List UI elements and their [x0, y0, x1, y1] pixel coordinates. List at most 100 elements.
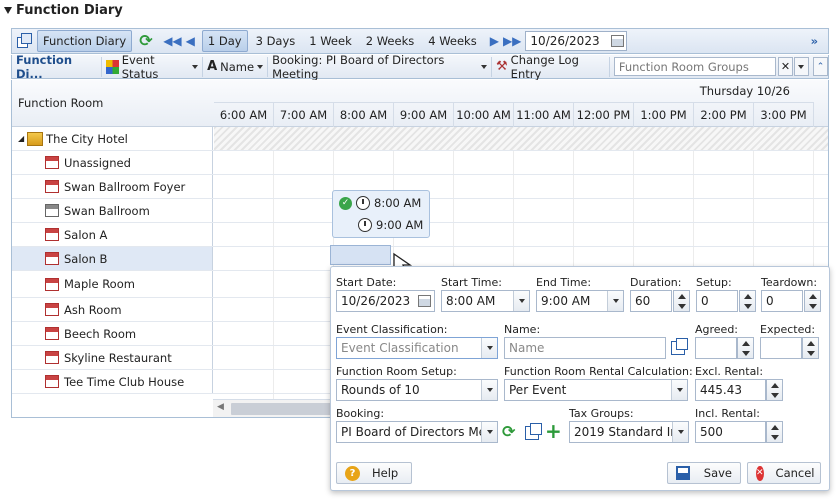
arrow-down-icon[interactable]: [677, 303, 686, 309]
name-menu[interactable]: A Name: [203, 56, 269, 77]
function-room-groups-input[interactable]: Function Room Groups: [613, 57, 776, 76]
agreed-input[interactable]: [695, 337, 737, 359]
booking-select[interactable]: PI Board of Directors Meet: [336, 421, 498, 443]
excl-rental-stepper[interactable]: [766, 379, 783, 401]
excl-rental-input[interactable]: 445.43: [695, 379, 766, 401]
arrow-down-icon[interactable]: [741, 350, 750, 356]
open-window-icon[interactable]: [671, 338, 688, 355]
tax-groups-value: 2019 Standard Inc: [574, 425, 685, 439]
help-icon: ?: [345, 465, 360, 481]
open-window-icon[interactable]: [525, 423, 542, 440]
view-4-weeks[interactable]: 4 Weeks: [422, 30, 482, 52]
groups-dropdown-button[interactable]: [793, 57, 809, 76]
expected-input[interactable]: [760, 337, 802, 359]
incl-rental-stepper[interactable]: [766, 421, 783, 443]
view-2-weeks[interactable]: 2 Weeks: [360, 30, 420, 52]
cancel-icon: ✕: [756, 465, 764, 481]
help-button[interactable]: ? Help: [336, 462, 412, 484]
event-classification-dropdown[interactable]: [481, 338, 497, 358]
view-1-week[interactable]: 1 Week: [303, 30, 357, 52]
save-icon: [676, 466, 690, 480]
save-button[interactable]: Save: [667, 462, 741, 484]
setup-stepper[interactable]: [739, 290, 756, 312]
next-page-icon[interactable]: ▶: [490, 34, 499, 48]
selected-time-block[interactable]: [330, 245, 391, 265]
booking-menu[interactable]: Booking: PI Board of Directors Meeting: [268, 53, 493, 81]
clear-icon[interactable]: ✕: [777, 57, 793, 76]
table-row[interactable]: Unassigned: [12, 151, 828, 175]
rental-calc-select[interactable]: Per Event: [504, 379, 688, 401]
arrow-up-icon[interactable]: [770, 382, 779, 388]
agreed-label: Agreed:: [695, 323, 739, 336]
arrow-down-icon[interactable]: [808, 303, 817, 309]
setup-value: 0: [701, 294, 709, 308]
expected-stepper[interactable]: [802, 337, 819, 359]
duration-input[interactable]: 60: [630, 290, 672, 312]
arrow-down-icon[interactable]: [743, 303, 752, 309]
prev-page-icon[interactable]: ◀: [186, 34, 195, 48]
expand-triangle-icon[interactable]: ◢: [18, 134, 24, 143]
room-name: Skyline Restaurant: [64, 350, 172, 365]
excl-rental-label: Excl. Rental:: [695, 365, 764, 378]
arrow-up-icon[interactable]: [743, 293, 752, 299]
view-3-days[interactable]: 3 Days: [250, 30, 302, 52]
more-button[interactable]: »: [811, 34, 818, 48]
popout-icon[interactable]: [16, 33, 32, 49]
arrow-up-icon[interactable]: [770, 424, 779, 430]
arrow-up-icon[interactable]: [806, 340, 815, 346]
arrow-down-icon[interactable]: [770, 434, 779, 440]
first-page-icon[interactable]: ◀◀: [163, 34, 181, 48]
cancel-button[interactable]: ✕ Cancel: [747, 462, 821, 484]
function-di-label[interactable]: Function Di...: [12, 53, 102, 81]
arrow-down-icon[interactable]: [770, 392, 779, 398]
room-setup-dropdown[interactable]: [481, 380, 497, 400]
end-time-dropdown[interactable]: [607, 291, 623, 311]
collapse-triangle-icon: [4, 7, 12, 14]
name-label: Name:: [504, 323, 541, 336]
teardown-stepper[interactable]: [804, 290, 821, 312]
scroll-left-icon[interactable]: ◀: [217, 402, 224, 412]
agreed-stepper[interactable]: [737, 337, 754, 359]
tooltip-start-time: 8:00 AM: [374, 196, 422, 210]
duration-stepper[interactable]: [673, 290, 690, 312]
booking-dropdown[interactable]: [481, 422, 497, 442]
room-setup-select[interactable]: Rounds of 10: [336, 379, 498, 401]
start-date-input[interactable]: 10/26/2023: [336, 290, 435, 312]
event-status-menu[interactable]: Event Status: [102, 53, 204, 81]
tax-groups-select[interactable]: 2019 Standard Inc: [569, 421, 689, 443]
room-icon: [45, 156, 59, 169]
teardown-input[interactable]: 0: [761, 290, 803, 312]
name-placeholder: Name: [509, 341, 545, 355]
arrow-down-icon[interactable]: [806, 350, 815, 356]
event-classification-select[interactable]: Event Classification: [336, 337, 498, 359]
function-diary-button[interactable]: Function Diary: [37, 30, 133, 52]
teardown-label: Teardown:: [761, 276, 818, 289]
arrow-up-icon[interactable]: [677, 293, 686, 299]
incl-rental-input[interactable]: 500: [695, 421, 766, 443]
arrow-up-icon[interactable]: [741, 340, 750, 346]
hotel-row[interactable]: ◢ The City Hotel: [12, 127, 828, 151]
setup-input[interactable]: 0: [696, 290, 738, 312]
rental-calc-dropdown[interactable]: [671, 380, 687, 400]
chevron-down-icon: [518, 299, 525, 303]
collapse-up-icon[interactable]: ⌃: [813, 57, 829, 76]
refresh-icon[interactable]: ⟳: [139, 33, 155, 49]
clock-icon: [358, 218, 372, 232]
calendar-icon[interactable]: [418, 295, 431, 307]
name-input[interactable]: Name: [504, 337, 666, 359]
view-1-day[interactable]: 1 Day: [201, 30, 248, 52]
change-log-button[interactable]: ⚒ Change Log Entry: [492, 53, 610, 81]
refresh-icon[interactable]: ⟳: [502, 423, 515, 441]
room-name: Ash Room: [64, 302, 122, 317]
tax-groups-dropdown[interactable]: [672, 422, 688, 442]
start-time-dropdown[interactable]: [513, 291, 529, 311]
date-picker[interactable]: 10/26/2023: [525, 31, 628, 51]
add-icon[interactable]: +: [545, 420, 562, 442]
end-time-select[interactable]: 9:00 AM: [536, 290, 624, 312]
arrow-up-icon[interactable]: [808, 293, 817, 299]
section-header[interactable]: Function Diary: [4, 3, 123, 18]
last-page-icon[interactable]: ▶▶: [503, 34, 521, 48]
filter-toolbar: Function Di... Event Status A Name Booki…: [11, 53, 829, 81]
start-time-select[interactable]: 8:00 AM: [441, 290, 530, 312]
calendar-icon[interactable]: [611, 35, 625, 47]
